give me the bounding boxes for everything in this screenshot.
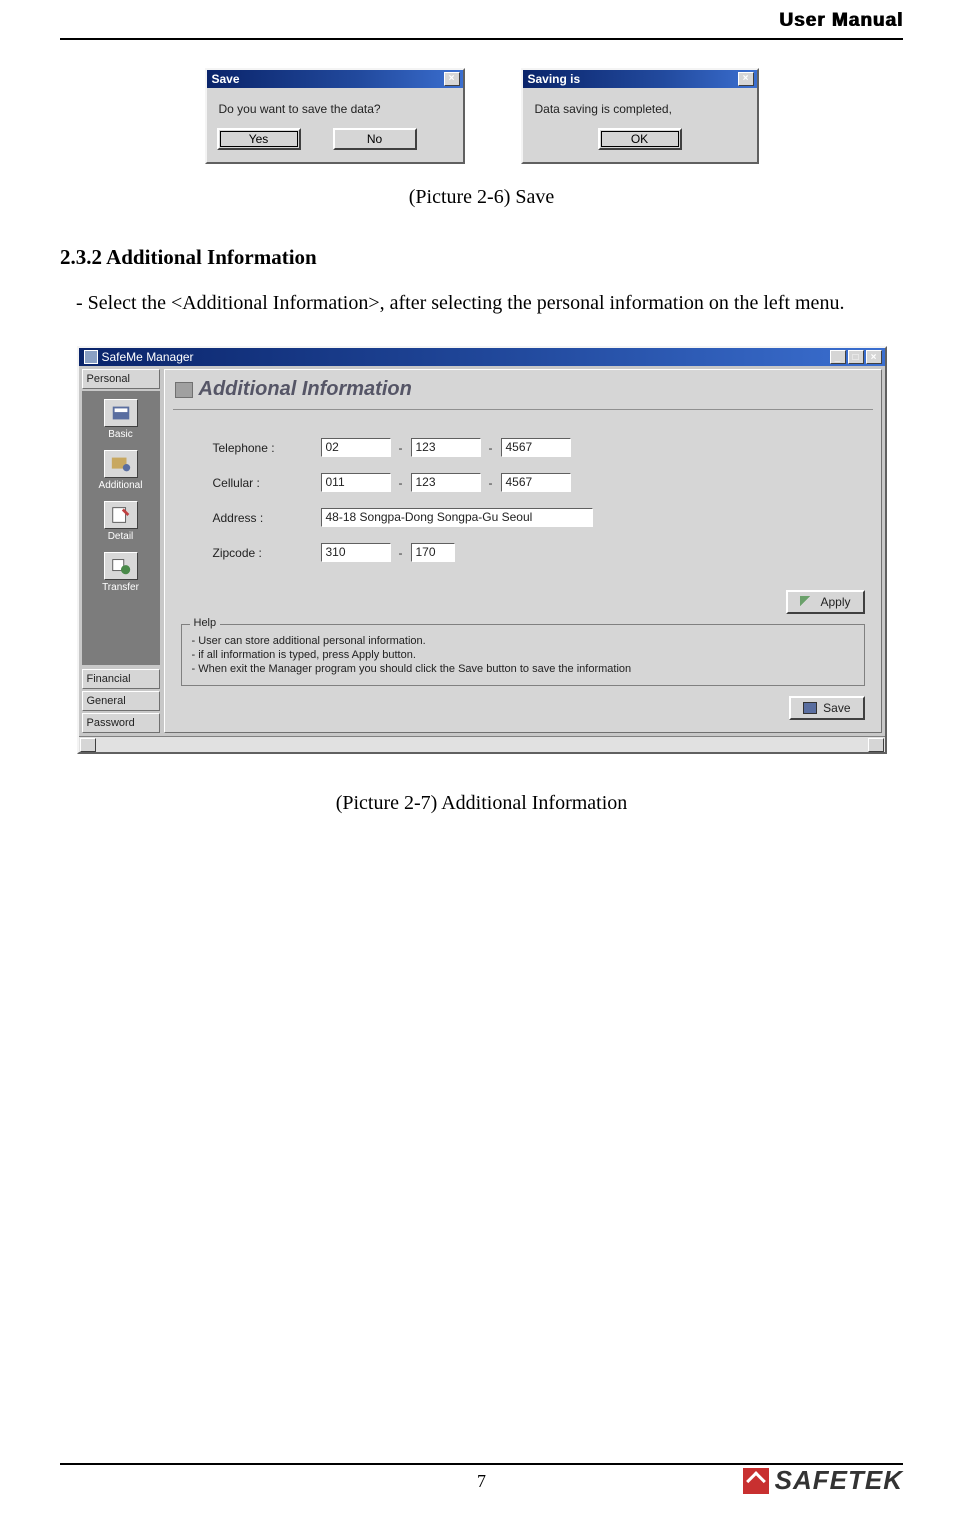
section-heading: 2.3.2 Additional Information [60,245,903,270]
apply-button[interactable]: Apply [786,590,864,614]
app-icon [84,350,98,364]
address-label: Address : [213,511,313,525]
brand-mark-icon [743,1468,769,1494]
close-icon[interactable]: × [738,72,754,86]
zipcode-label: Zipcode : [213,546,313,560]
sidebar-section-password[interactable]: Password [82,713,160,733]
sidebar-item-label: Basic [108,429,132,440]
additional-icon [104,450,138,478]
saving-done-dialog: Saving is × Data saving is completed, OK [521,68,759,164]
done-dialog-message: Data saving is completed, [523,88,757,120]
detail-icon [104,501,138,529]
separator: - [399,546,403,560]
separator: - [489,476,493,490]
zipcode-input-2[interactable]: 170 [411,543,455,562]
save-dialog: Save × Do you want to save the data? Yes… [205,68,465,164]
scroll-right-icon[interactable] [868,738,884,752]
panel-title: Additional Information [173,376,873,410]
apply-icon [800,596,814,608]
panel-title-text: Additional Information [199,378,412,401]
page-header: User Manual [60,0,903,40]
help-box: Help - User can store additional persona… [181,624,865,686]
save-icon [803,702,817,714]
app-titlebar: SafeMe Manager _ □ × [79,348,885,366]
panel-title-icon [175,382,193,398]
cellular-label: Cellular : [213,476,313,490]
telephone-input-3[interactable]: 4567 [501,438,571,457]
address-input[interactable]: 48-18 Songpa-Dong Songpa-Gu Seoul [321,508,593,527]
horizontal-scrollbar[interactable] [79,736,885,752]
sidebar-section-financial[interactable]: Financial [82,669,160,689]
brand-name: SAFETEK [775,1465,903,1496]
sidebar-section-general[interactable]: General [82,691,160,711]
ok-button[interactable]: OK [598,128,682,150]
section-body: - Select the <Additional Information>, a… [76,284,876,322]
sidebar-item-label: Detail [108,531,134,542]
save-dialog-message: Do you want to save the data? [207,88,463,120]
yes-button[interactable]: Yes [217,128,301,150]
scroll-left-icon[interactable] [80,738,96,752]
help-legend: Help [190,617,221,629]
save-dialog-titlebar: Save × [207,70,463,88]
help-line: - When exit the Manager program you shou… [192,663,854,675]
sidebar-section-personal[interactable]: Personal [82,369,160,389]
sidebar-item-transfer[interactable]: Transfer [86,552,156,593]
minimize-icon[interactable]: _ [830,350,846,364]
telephone-input-1[interactable]: 02 [321,438,391,457]
separator: - [489,441,493,455]
safeme-manager-window: SafeMe Manager _ □ × Personal Basic [77,346,887,754]
page-footer: 7 SAFETEK [60,1463,903,1492]
figure-caption-additional: (Picture 2-7) Additional Information [60,792,903,815]
no-button[interactable]: No [333,128,417,150]
sidebar-item-label: Transfer [102,582,139,593]
apply-button-label: Apply [820,595,850,609]
help-line: - User can store additional personal inf… [192,635,854,647]
maximize-icon[interactable]: □ [848,350,864,364]
cellular-input-3[interactable]: 4567 [501,473,571,492]
main-panel: Additional Information Telephone : 02 - … [164,369,882,733]
header-title: User Manual [779,10,903,31]
cellular-input-1[interactable]: 011 [321,473,391,492]
separator: - [399,441,403,455]
save-dialog-title: Save [212,72,240,86]
basic-icon [104,399,138,427]
transfer-icon [104,552,138,580]
sidebar-item-additional[interactable]: Additional [86,450,156,491]
save-button-label: Save [823,701,850,715]
brand-logo: SAFETEK [743,1465,903,1496]
app-title: SafeMe Manager [102,350,194,364]
close-icon[interactable]: × [444,72,460,86]
separator: - [399,476,403,490]
page-number: 7 [477,1471,486,1492]
help-line: - if all information is typed, press App… [192,649,854,661]
done-dialog-title: Saving is [528,72,581,86]
cellular-input-2[interactable]: 123 [411,473,481,492]
sidebar-item-label: Additional [99,480,143,491]
done-dialog-titlebar: Saving is × [523,70,757,88]
sidebar-item-detail[interactable]: Detail [86,501,156,542]
zipcode-input-1[interactable]: 310 [321,543,391,562]
sidebar-item-basic[interactable]: Basic [86,399,156,440]
telephone-label: Telephone : [213,441,313,455]
telephone-input-2[interactable]: 123 [411,438,481,457]
close-icon[interactable]: × [866,350,882,364]
save-button[interactable]: Save [789,696,864,720]
figure-caption-save: (Picture 2-6) Save [60,186,903,209]
sidebar: Personal Basic Additional Detail [82,369,160,733]
